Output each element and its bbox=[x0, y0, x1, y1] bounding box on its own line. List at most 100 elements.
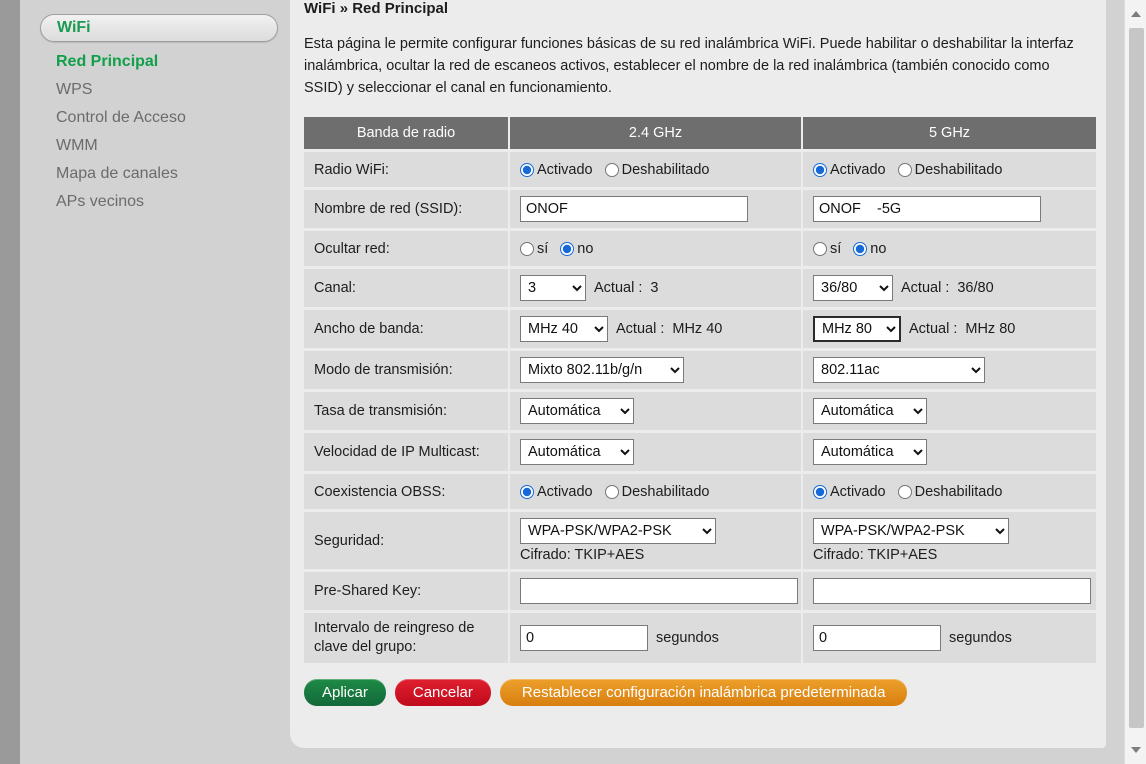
table-header-row: Banda de radio 2.4 GHz 5 GHz bbox=[304, 117, 1096, 149]
row-group-rekey-interval: Intervalo de reingreso de clave del grup… bbox=[304, 610, 1096, 663]
hide-option-no-5[interactable]: no bbox=[853, 241, 886, 257]
cell-radio-wifi-5: Activado Deshabilitado bbox=[803, 149, 1096, 187]
content-panel: WiFi » Red Principal Esta página le perm… bbox=[290, 0, 1106, 748]
wifi-settings-table: Banda de radio 2.4 GHz 5 GHz Radio WiFi: bbox=[304, 117, 1096, 663]
transmission-mode-select-5[interactable]: 802.11ac bbox=[813, 357, 985, 383]
transmission-rate-select-5[interactable]: Automática bbox=[813, 398, 927, 424]
hide-option-yes-24[interactable]: sí bbox=[520, 241, 548, 257]
scrollbar-thumb[interactable] bbox=[1129, 28, 1144, 728]
obss-input-disabled-5[interactable] bbox=[897, 484, 912, 499]
obss-input-disabled-24[interactable] bbox=[604, 484, 619, 499]
obss-input-enabled-5[interactable] bbox=[813, 484, 827, 499]
ssid-input-5[interactable] bbox=[813, 196, 1041, 222]
sidebar-item-mapa-de-canales[interactable]: Mapa de canales bbox=[40, 160, 278, 188]
radio-option-enabled-5[interactable]: Activado bbox=[813, 162, 886, 178]
row-radio-wifi: Radio WiFi: Activado Deshabilitado Activ… bbox=[304, 149, 1096, 187]
rekey-interval-input-5[interactable] bbox=[813, 625, 941, 651]
cell-ssid-24 bbox=[510, 187, 803, 228]
radio-label-disabled: Deshabilitado bbox=[914, 161, 1003, 178]
radio-label-enabled: Activado bbox=[537, 161, 593, 178]
channel-actual-value-24: 3 bbox=[650, 280, 659, 296]
label-transmission-mode: Modo de transmisión: bbox=[304, 348, 510, 389]
radio-label-enabled: Activado bbox=[830, 161, 886, 178]
chevron-down-icon bbox=[1131, 747, 1141, 753]
cell-mode-5: 802.11ac bbox=[803, 348, 1096, 389]
cell-hide-5: sí no bbox=[803, 228, 1096, 266]
label-obss: Coexistencia OBSS: bbox=[304, 471, 510, 509]
sidebar-item-label: APs vecinos bbox=[56, 193, 145, 210]
apply-button[interactable]: Aplicar bbox=[304, 679, 386, 706]
hide-label-yes: sí bbox=[537, 240, 549, 257]
cell-channel-5: 36/80 Actual : 36/80 bbox=[803, 266, 1096, 307]
obss-option-enabled-24[interactable]: Activado bbox=[520, 484, 593, 500]
radio-input-enabled-24[interactable] bbox=[520, 162, 534, 177]
sidebar-item-wmm[interactable]: WMM bbox=[40, 132, 278, 160]
bandwidth-select-24[interactable]: MHz 40 bbox=[520, 316, 608, 342]
radio-input-disabled-24[interactable] bbox=[604, 162, 619, 177]
obss-option-disabled-24[interactable]: Deshabilitado bbox=[604, 483, 710, 500]
label-radio-wifi: Radio WiFi: bbox=[304, 149, 510, 187]
reset-wireless-defaults-button[interactable]: Restablecer configuración inalámbrica pr… bbox=[499, 679, 908, 706]
multicast-rate-select-5[interactable]: Automática bbox=[813, 439, 927, 465]
sidebar-section-wifi[interactable]: WiFi bbox=[40, 14, 278, 42]
cell-multicast-5: Automática bbox=[803, 430, 1096, 471]
channel-select-24[interactable]: 3 bbox=[520, 275, 586, 301]
channel-select-5[interactable]: 36/80 bbox=[813, 275, 893, 301]
radio-label-disabled: Deshabilitado bbox=[621, 161, 710, 178]
pre-shared-key-input-24[interactable] bbox=[520, 578, 798, 604]
row-transmission-rate: Tasa de transmisión: Automática Automáti… bbox=[304, 389, 1096, 430]
label-channel: Canal: bbox=[304, 266, 510, 307]
bandwidth-select-5[interactable]: MHz 80 bbox=[813, 316, 901, 342]
ssid-input-24[interactable] bbox=[520, 196, 748, 222]
radio-option-enabled-24[interactable]: Activado bbox=[520, 162, 593, 178]
multicast-rate-select-24[interactable]: Automática bbox=[520, 439, 634, 465]
transmission-mode-select-24[interactable]: Mixto 802.11b/g/n bbox=[520, 357, 684, 383]
radio-input-disabled-5[interactable] bbox=[897, 162, 912, 177]
cell-security-24: WPA-PSK/WPA2-PSK Cifrado: TKIP+AES bbox=[510, 509, 803, 569]
hide-input-no-5[interactable] bbox=[853, 241, 868, 256]
cell-rate-5: Automática bbox=[803, 389, 1096, 430]
radio-option-disabled-5[interactable]: Deshabilitado bbox=[897, 161, 1003, 178]
scroll-down-button[interactable] bbox=[1125, 740, 1146, 760]
obss-option-disabled-5[interactable]: Deshabilitado bbox=[897, 483, 1003, 500]
obss-label-disabled: Deshabilitado bbox=[621, 483, 710, 500]
sidebar-item-control-de-acceso[interactable]: Control de Acceso bbox=[40, 104, 278, 132]
hide-input-yes-24[interactable] bbox=[520, 241, 534, 256]
pre-shared-key-input-5[interactable] bbox=[813, 578, 1091, 604]
cell-bandwidth-5: MHz 80 Actual : MHz 80 bbox=[803, 307, 1096, 348]
transmission-rate-select-24[interactable]: Automática bbox=[520, 398, 634, 424]
cell-radio-wifi-24: Activado Deshabilitado bbox=[510, 149, 803, 187]
sidebar-item-wps[interactable]: WPS bbox=[40, 76, 278, 104]
cell-bandwidth-24: MHz 40 Actual : MHz 40 bbox=[510, 307, 803, 348]
sidebar-item-red-principal[interactable]: Red Principal bbox=[40, 48, 278, 76]
scroll-up-button[interactable] bbox=[1125, 4, 1146, 24]
rekey-interval-input-24[interactable] bbox=[520, 625, 648, 651]
cell-channel-24: 3 Actual : 3 bbox=[510, 266, 803, 307]
hide-input-yes-5[interactable] bbox=[813, 241, 827, 256]
hide-input-no-24[interactable] bbox=[560, 241, 575, 256]
security-select-24[interactable]: WPA-PSK/WPA2-PSK bbox=[520, 518, 716, 544]
cell-ssid-5 bbox=[803, 187, 1096, 228]
cancel-button[interactable]: Cancelar bbox=[394, 679, 491, 706]
hide-option-no-24[interactable]: no bbox=[560, 241, 593, 257]
row-bandwidth: Ancho de banda: MHz 40 Actual : MHz 40 M… bbox=[304, 307, 1096, 348]
vertical-scrollbar[interactable] bbox=[1124, 0, 1146, 764]
page-description: Esta página le permite configurar funcio… bbox=[304, 36, 1074, 96]
label-security: Seguridad: bbox=[304, 509, 510, 569]
row-pre-shared-key: Pre-Shared Key: bbox=[304, 569, 1096, 610]
obss-label-disabled: Deshabilitado bbox=[914, 483, 1003, 500]
sidebar-item-aps-vecinos[interactable]: APs vecinos bbox=[40, 188, 278, 216]
row-transmission-mode: Modo de transmisión: Mixto 802.11b/g/n 8… bbox=[304, 348, 1096, 389]
label-pre-shared-key: Pre-Shared Key: bbox=[304, 569, 510, 610]
hide-option-yes-5[interactable]: sí bbox=[813, 241, 841, 257]
obss-label-enabled: Activado bbox=[830, 483, 886, 500]
cell-psk-24 bbox=[510, 569, 803, 610]
bandwidth-actual-label-24: Actual : bbox=[616, 321, 665, 337]
radio-option-disabled-24[interactable]: Deshabilitado bbox=[604, 161, 710, 178]
obss-option-enabled-5[interactable]: Activado bbox=[813, 484, 886, 500]
row-security: Seguridad: WPA-PSK/WPA2-PSK Cifrado: TKI… bbox=[304, 509, 1096, 569]
radio-input-enabled-5[interactable] bbox=[813, 162, 827, 177]
security-select-5[interactable]: WPA-PSK/WPA2-PSK bbox=[813, 518, 1009, 544]
channel-actual-label-24: Actual : bbox=[594, 280, 643, 296]
obss-input-enabled-24[interactable] bbox=[520, 484, 534, 499]
